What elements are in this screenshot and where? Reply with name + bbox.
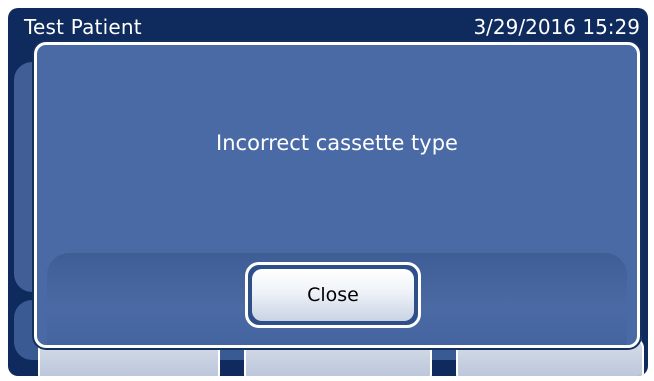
dialog-message: Incorrect cassette type: [216, 131, 458, 155]
patient-name: Test Patient: [24, 15, 142, 39]
header-bar: Test Patient 3/29/2016 15:29: [8, 8, 648, 44]
datetime-label: 3/29/2016 15:29: [473, 15, 640, 39]
close-button[interactable]: Close: [245, 262, 421, 328]
error-dialog: Incorrect cassette type Close: [34, 42, 640, 348]
device-screen: Test Patient 3/29/2016 15:29 Incorrect c…: [8, 8, 648, 376]
close-button-label: Close: [252, 269, 414, 321]
